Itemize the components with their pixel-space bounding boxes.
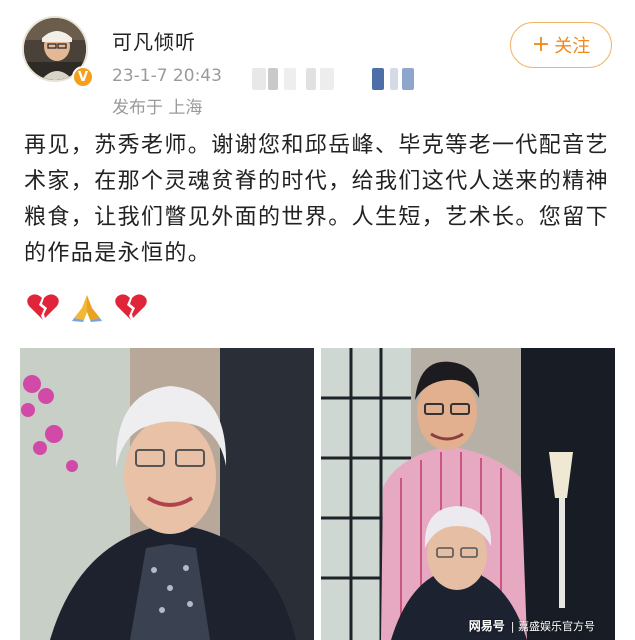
post-body-text: 再见，苏秀老师。谢谢您和邱岳峰、毕克等老一代配音艺术家，在那个灵魂贫脊的时代，给… (24, 133, 610, 266)
follow-label: 关注 (554, 36, 591, 57)
plus-icon: + (531, 32, 551, 57)
elderly-woman-portrait (20, 348, 314, 640)
post-timestamp: 23-1-7 20:43 (112, 66, 222, 86)
man-and-elderly-woman-photo (321, 348, 615, 640)
author-avatar[interactable]: V (22, 16, 94, 88)
verified-badge-icon: V (72, 66, 94, 88)
watermark-channel: | 嘉盛娱乐官方号 (510, 619, 595, 633)
author-name[interactable]: 可凡倾听 (112, 26, 196, 55)
post-image-2[interactable]: 网易号 | 嘉盛娱乐官方号 (321, 348, 615, 640)
folded-hands-icon (72, 295, 102, 322)
image-watermark: 网易号 | 嘉盛娱乐官方号 (469, 617, 595, 634)
broken-heart-icon (27, 294, 59, 320)
follow-button[interactable]: + 关注 (510, 22, 612, 68)
broken-heart-icon (115, 294, 147, 320)
watermark-brand: 网易号 (468, 619, 505, 633)
post-image-1[interactable] (20, 348, 314, 640)
post-location: 发布于 上海 (112, 98, 203, 118)
emoji-row (26, 292, 148, 322)
blurred-redaction (250, 68, 430, 92)
